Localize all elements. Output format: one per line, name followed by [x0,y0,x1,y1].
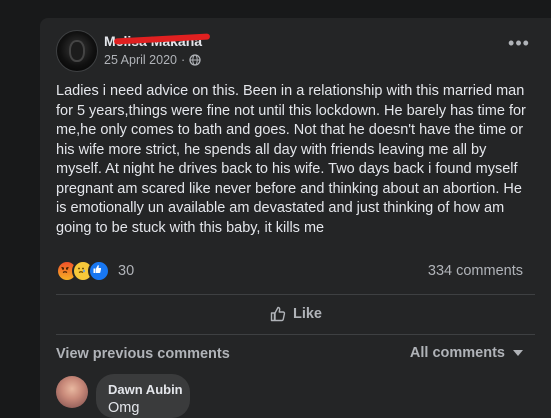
all-comments-label: All comments [409,345,505,361]
author-avatar[interactable] [56,30,98,72]
comment-bubble: Dawn Aubin Omg [96,374,190,418]
reactions-summary[interactable]: 30 [56,260,134,282]
reaction-count: 30 [118,263,135,279]
globe-icon[interactable] [189,54,201,66]
all-comments-filter[interactable]: All comments [410,345,523,361]
more-dots-icon[interactable]: ••• [507,34,531,54]
like-reaction-icon [88,260,110,282]
post-meta: 25 April 2020 · [104,53,201,67]
view-previous-comments[interactable]: View previous comments [56,346,230,362]
meta-separator: · [180,53,186,67]
post-header: Melisa Makana 25 April 2020 · ••• [56,30,535,74]
thumbs-up-icon [270,306,286,322]
caret-down-icon [513,350,523,356]
like-label: Like [292,306,322,322]
divider-bottom [56,334,535,335]
comment-text: Omg [108,400,140,416]
commenter-name[interactable]: Dawn Aubin [108,382,183,397]
post-date[interactable]: 25 April 2020 [104,53,177,67]
post-text: Ladies i need advice on this. Been in a … [56,83,526,236]
like-button[interactable]: Like [40,304,551,324]
divider-top [56,294,535,295]
comment-count[interactable]: 334 comments [428,263,523,279]
post-card: Melisa Makana 25 April 2020 · ••• Ladies… [40,18,551,418]
commenter-avatar[interactable] [56,376,88,408]
